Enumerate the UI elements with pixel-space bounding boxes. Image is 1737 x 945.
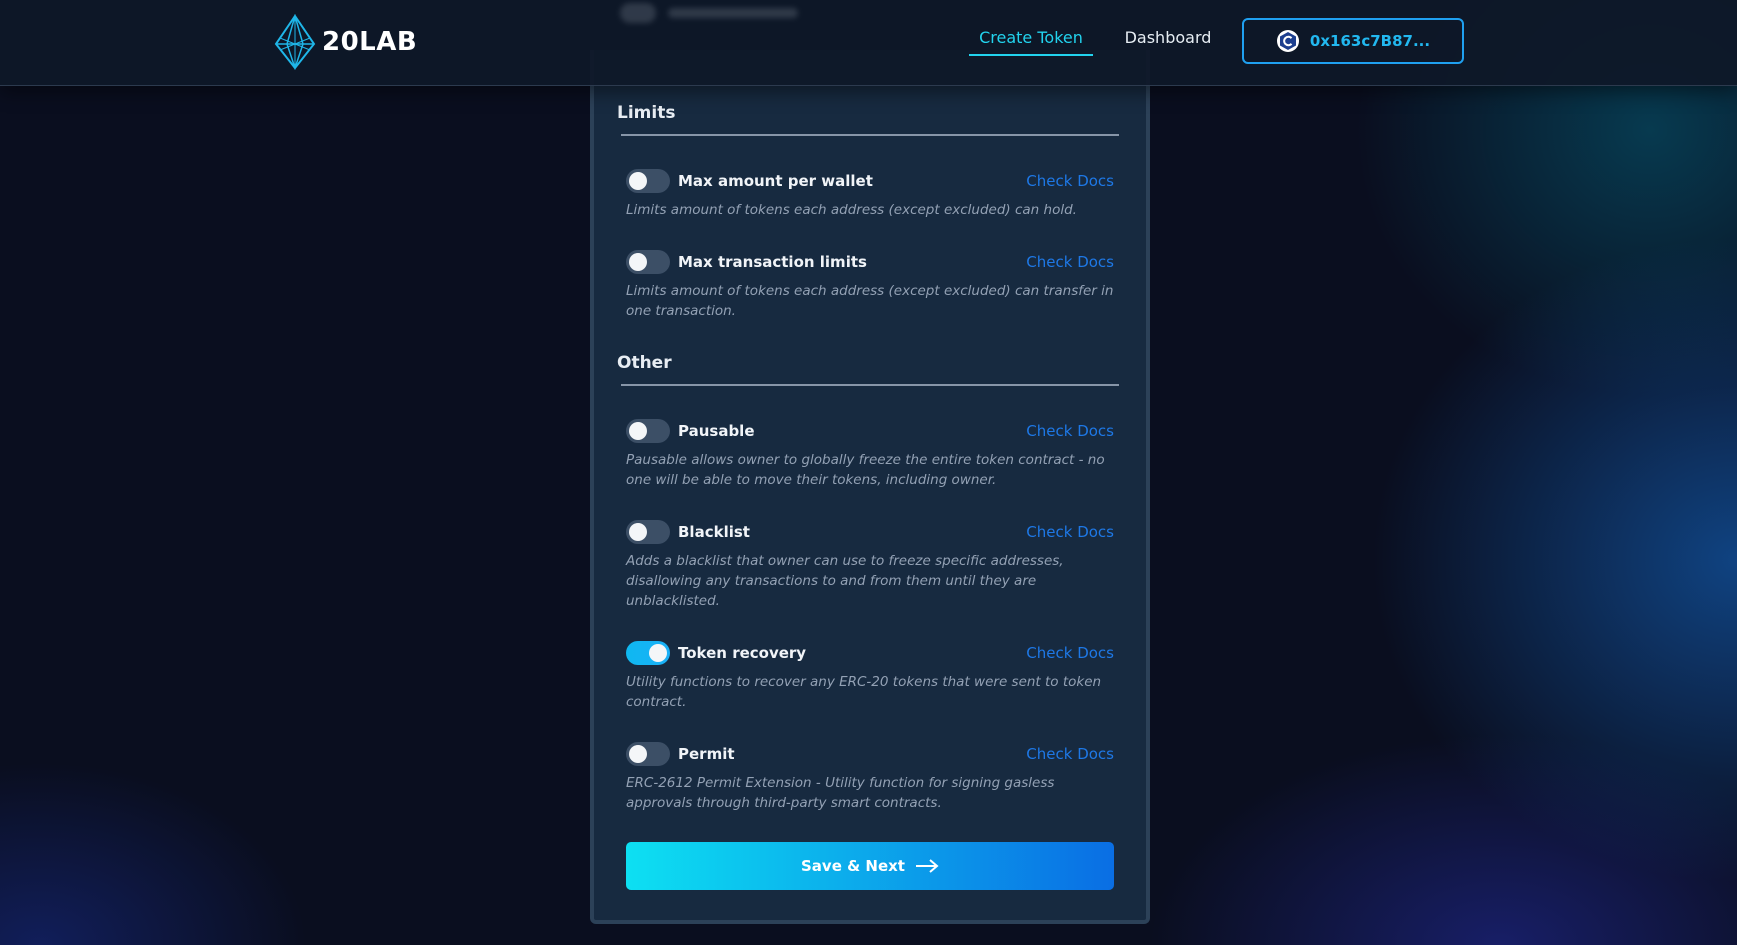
wallet-address: 0x163c7B87...	[1309, 32, 1431, 50]
permit-toggle[interactable]	[626, 742, 670, 766]
arrow-right-icon	[915, 859, 939, 873]
option-description: Limits amount of tokens each address (ex…	[626, 283, 1114, 319]
check-docs-link[interactable]: Check Docs	[1026, 253, 1114, 271]
option-description: Adds a blacklist that owner can use to f…	[626, 553, 1064, 609]
check-docs-link[interactable]: Check Docs	[1026, 523, 1114, 541]
save-next-button[interactable]: Save & Next	[626, 842, 1114, 890]
nav-dashboard[interactable]: Dashboard	[1112, 28, 1224, 54]
option-description: Pausable allows owner to globally freeze…	[626, 452, 1105, 488]
option-label: Blacklist	[678, 523, 750, 541]
option-description: Utility functions to recover any ERC-20 …	[626, 674, 1102, 710]
token-recovery-toggle[interactable]	[626, 641, 670, 665]
check-docs-link[interactable]: Check Docs	[1026, 745, 1114, 763]
chain-coin-icon	[1276, 30, 1299, 52]
option-blacklist: Blacklist Check Docs Adds a blacklist th…	[626, 519, 1114, 611]
wallet-button[interactable]: 0x163c7B87...	[1242, 18, 1464, 64]
pausable-toggle[interactable]	[626, 419, 670, 443]
option-description: ERC-2612 Permit Extension - Utility func…	[626, 775, 1055, 811]
brand-logo[interactable]: 20LAB	[272, 14, 417, 70]
scrolled-content-shadow	[620, 0, 820, 26]
option-pausable: Pausable Check Docs Pausable allows owne…	[626, 418, 1114, 490]
top-navigation-bar: 20LAB Create Token Dashboard 0x163c7B87.…	[0, 0, 1737, 86]
check-docs-link[interactable]: Check Docs	[1026, 172, 1114, 190]
option-label: Max amount per wallet	[678, 172, 873, 190]
option-label: Permit	[678, 745, 735, 763]
option-max-transaction-limits: Max transaction limits Check Docs Limits…	[626, 249, 1114, 321]
option-max-amount-per-wallet: Max amount per wallet Check Docs Limits …	[626, 168, 1114, 220]
ethereum-diamond-logo-icon	[274, 14, 316, 70]
section-divider-other	[621, 384, 1119, 386]
nav-create-token[interactable]: Create Token	[969, 28, 1093, 56]
section-title-other: Other	[617, 353, 672, 373]
option-label: Max transaction limits	[678, 253, 867, 271]
option-label: Pausable	[678, 422, 755, 440]
brand-name: 20LAB	[322, 27, 418, 57]
section-divider-limits	[621, 134, 1119, 136]
option-label: Token recovery	[678, 644, 807, 662]
max-transaction-limits-toggle[interactable]	[626, 250, 670, 274]
option-token-recovery: Token recovery Check Docs Utility functi…	[626, 640, 1114, 712]
option-permit: Permit Check Docs ERC-2612 Permit Extens…	[626, 741, 1114, 813]
max-amount-per-wallet-toggle[interactable]	[626, 169, 670, 193]
check-docs-link[interactable]: Check Docs	[1026, 422, 1114, 440]
blacklist-toggle[interactable]	[626, 520, 670, 544]
save-next-label: Save & Next	[801, 857, 905, 875]
section-title-limits: Limits	[617, 103, 676, 123]
check-docs-link[interactable]: Check Docs	[1026, 644, 1114, 662]
option-description: Limits amount of tokens each address (ex…	[626, 202, 1077, 218]
